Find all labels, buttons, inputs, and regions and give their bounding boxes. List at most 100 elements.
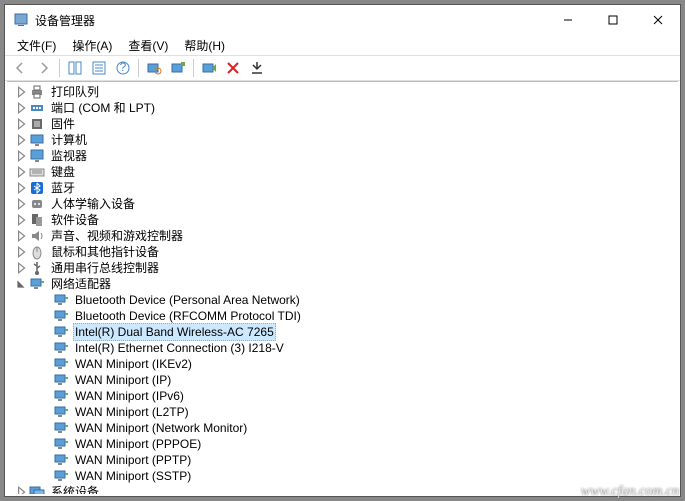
tree-category[interactable]: 端口 (COM 和 LPT): [7, 100, 678, 116]
printer-icon: [29, 84, 45, 100]
expand-icon[interactable]: [15, 150, 27, 162]
expand-icon[interactable]: [15, 118, 27, 130]
bluetooth-icon: [29, 180, 45, 196]
tree-item-label: 网络适配器: [49, 276, 113, 292]
tree-device[interactable]: Intel(R) Dual Band Wireless-AC 7265: [7, 324, 678, 340]
properties-button[interactable]: [88, 57, 110, 79]
uninstall-device-button[interactable]: [222, 57, 244, 79]
help-button[interactable]: ?: [112, 57, 134, 79]
nic-icon: [53, 436, 69, 452]
tree-category[interactable]: 人体学输入设备: [7, 196, 678, 212]
app-icon: [13, 12, 29, 28]
tree-item-label: WAN Miniport (L2TP): [73, 404, 191, 420]
toolbar-separator: [59, 59, 60, 77]
tree-category[interactable]: 打印队列: [7, 84, 678, 100]
tree-category[interactable]: 计算机: [7, 132, 678, 148]
tree-category[interactable]: 系统设备: [7, 484, 678, 494]
menu-help[interactable]: 帮助(H): [176, 35, 233, 56]
menu-action[interactable]: 操作(A): [64, 35, 120, 56]
keyboard-icon: [29, 164, 45, 180]
tree-category[interactable]: 鼠标和其他指针设备: [7, 244, 678, 260]
tree-device[interactable]: WAN Miniport (PPPOE): [7, 436, 678, 452]
tree-device[interactable]: Bluetooth Device (Personal Area Network): [7, 292, 678, 308]
tree-item-label: WAN Miniport (IP): [73, 372, 173, 388]
titlebar: 设备管理器: [5, 5, 680, 35]
expand-icon[interactable]: [15, 102, 27, 114]
expand-icon[interactable]: [15, 134, 27, 146]
tree-item-label: 端口 (COM 和 LPT): [49, 100, 157, 116]
device-tree[interactable]: 打印队列端口 (COM 和 LPT)固件计算机监视器键盘蓝牙人体学输入设备软件设…: [7, 81, 678, 494]
expand-icon[interactable]: [15, 182, 27, 194]
nic-icon: [53, 404, 69, 420]
enable-device-button[interactable]: [198, 57, 220, 79]
tree-category[interactable]: 蓝牙: [7, 180, 678, 196]
nic-icon: [53, 340, 69, 356]
tree-device[interactable]: WAN Miniport (IPv6): [7, 388, 678, 404]
maximize-button[interactable]: [590, 5, 635, 35]
tree-device[interactable]: WAN Miniport (IP): [7, 372, 678, 388]
tree-item-label: Bluetooth Device (Personal Area Network): [73, 292, 302, 308]
tree-item-label: WAN Miniport (IKEv2): [73, 356, 194, 372]
tree-category[interactable]: 声音、视频和游戏控制器: [7, 228, 678, 244]
tree-item-label: 通用串行总线控制器: [49, 260, 161, 276]
tree-item-label: 声音、视频和游戏控制器: [49, 228, 185, 244]
toolbar-separator: [193, 59, 194, 77]
disable-device-button[interactable]: [246, 57, 268, 79]
expand-icon[interactable]: [15, 198, 27, 210]
tree-item-label: WAN Miniport (IPv6): [73, 388, 186, 404]
tree-item-label: 键盘: [49, 164, 77, 180]
firmware-icon: [29, 116, 45, 132]
tree-device[interactable]: WAN Miniport (SSTP): [7, 468, 678, 484]
tree-device[interactable]: WAN Miniport (PPTP): [7, 452, 678, 468]
svg-text:?: ?: [120, 60, 127, 74]
tree-category[interactable]: 监视器: [7, 148, 678, 164]
nic-icon: [53, 308, 69, 324]
monitor-icon: [29, 148, 45, 164]
nic-icon: [53, 420, 69, 436]
expand-icon[interactable]: [15, 214, 27, 226]
window-title: 设备管理器: [35, 12, 545, 29]
expand-icon[interactable]: [15, 166, 27, 178]
close-button[interactable]: [635, 5, 680, 35]
scan-hardware-button[interactable]: [143, 57, 165, 79]
system-icon: [29, 484, 45, 494]
expand-icon[interactable]: [15, 230, 27, 242]
tree-category[interactable]: 固件: [7, 116, 678, 132]
expand-icon[interactable]: [15, 86, 27, 98]
expand-icon[interactable]: [15, 246, 27, 258]
forward-button[interactable]: [33, 57, 55, 79]
tree-item-label: 固件: [49, 116, 77, 132]
tree-category[interactable]: 软件设备: [7, 212, 678, 228]
toolbar: ?: [5, 55, 680, 81]
expand-icon[interactable]: [15, 486, 27, 494]
tree-device[interactable]: WAN Miniport (L2TP): [7, 404, 678, 420]
tree-item-label: Bluetooth Device (RFCOMM Protocol TDI): [73, 308, 303, 324]
back-button[interactable]: [9, 57, 31, 79]
tree-item-label: WAN Miniport (PPPOE): [73, 436, 203, 452]
tree-item-label: Intel(R) Dual Band Wireless-AC 7265: [73, 323, 276, 341]
tree-device[interactable]: WAN Miniport (IKEv2): [7, 356, 678, 372]
tree-category[interactable]: 键盘: [7, 164, 678, 180]
watermark: www.cfan.com.cn: [581, 484, 679, 500]
tree-device[interactable]: WAN Miniport (Network Monitor): [7, 420, 678, 436]
tree-device[interactable]: Bluetooth Device (RFCOMM Protocol TDI): [7, 308, 678, 324]
expand-icon[interactable]: [15, 262, 27, 274]
nic-icon: [53, 292, 69, 308]
tree-item-label: 系统设备: [49, 484, 101, 494]
tree-device[interactable]: Intel(R) Ethernet Connection (3) I218-V: [7, 340, 678, 356]
tree-category[interactable]: 通用串行总线控制器: [7, 260, 678, 276]
tree-item-label: Intel(R) Ethernet Connection (3) I218-V: [73, 340, 286, 356]
expand-icon[interactable]: [15, 278, 27, 290]
menu-file[interactable]: 文件(F): [9, 35, 64, 56]
device-manager-window: 设备管理器 文件(F) 操作(A) 查看(V) 帮助(H) ? 打印队列端口 (…: [4, 4, 681, 497]
mouse-icon: [29, 244, 45, 260]
computer-icon: [29, 132, 45, 148]
menu-view[interactable]: 查看(V): [120, 35, 176, 56]
minimize-button[interactable]: [545, 5, 590, 35]
show-hide-console-button[interactable]: [64, 57, 86, 79]
tree-item-label: 蓝牙: [49, 180, 77, 196]
toolbar-separator: [138, 59, 139, 77]
update-driver-button[interactable]: [167, 57, 189, 79]
tree-item-label: 计算机: [49, 132, 89, 148]
tree-category[interactable]: 网络适配器: [7, 276, 678, 292]
